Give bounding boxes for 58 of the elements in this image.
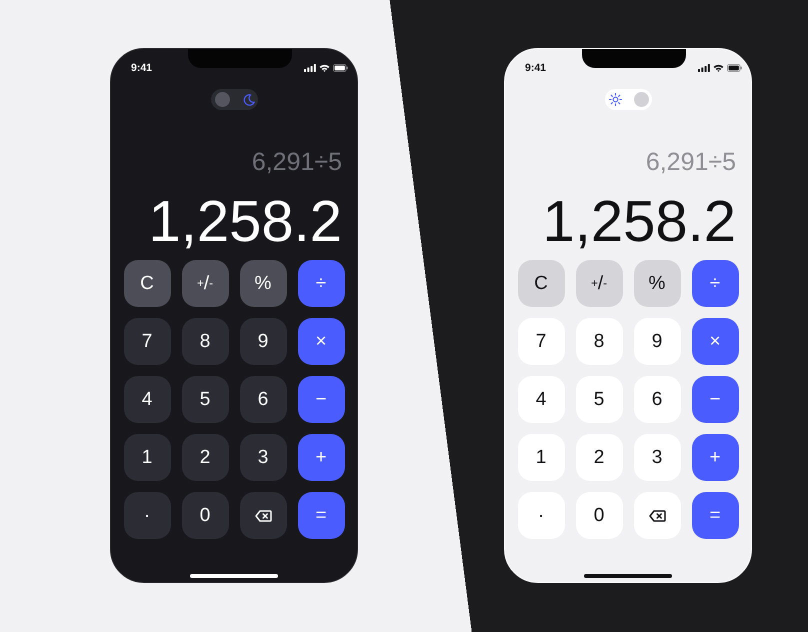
digit-button[interactable]: 6 [240, 376, 286, 423]
decimal-point-button[interactable]: . [518, 492, 564, 539]
expression-text: 6,291÷5 [252, 150, 342, 175]
digit-button[interactable]: 7 [124, 318, 170, 365]
function-button[interactable]: % [240, 260, 286, 307]
digit-button[interactable]: 4 [124, 376, 170, 423]
result-text: 1,258.2 [148, 193, 342, 251]
switch-knob [634, 92, 648, 107]
function-button[interactable]: C [124, 260, 170, 307]
moon-icon [242, 94, 254, 106]
function-button[interactable]: % [634, 260, 680, 307]
operator-button[interactable]: = [692, 492, 738, 539]
digit-button[interactable]: 9 [240, 318, 286, 365]
expression-text: 6,291÷5 [646, 150, 736, 175]
delete-button[interactable] [240, 492, 286, 539]
digit-button[interactable]: 9 [634, 318, 680, 365]
battery-icon [727, 64, 742, 72]
signal-icon [698, 64, 710, 72]
status-time: 9:41 [131, 62, 152, 74]
delete-button[interactable] [634, 492, 680, 539]
backspace-icon [254, 510, 272, 522]
digit-button[interactable]: 2 [182, 434, 228, 481]
battery-icon [333, 64, 348, 72]
digit-button[interactable]: 2 [576, 434, 622, 481]
operator-button[interactable]: = [298, 492, 344, 539]
digit-button[interactable]: 1 [518, 434, 564, 481]
wifi-icon [319, 64, 330, 72]
digit-button[interactable]: 1 [124, 434, 170, 481]
operator-button[interactable]: × [692, 318, 738, 365]
function-button[interactable]: C [518, 260, 564, 307]
theme-switch[interactable] [604, 89, 652, 110]
decimal-point-button[interactable]: . [124, 492, 170, 539]
digit-button[interactable]: 3 [634, 434, 680, 481]
switch-knob [214, 92, 230, 107]
digit-button[interactable]: 0 [182, 492, 228, 539]
operator-button[interactable]: ÷ [298, 260, 344, 307]
operator-button[interactable]: + [298, 434, 344, 481]
wifi-icon [713, 64, 724, 72]
backspace-icon [648, 510, 666, 522]
result-text: 1,258.2 [542, 193, 736, 251]
digit-button[interactable]: 5 [576, 376, 622, 423]
operator-button[interactable]: − [298, 376, 344, 423]
digit-button[interactable]: 0 [576, 492, 622, 539]
digit-button[interactable]: 4 [518, 376, 564, 423]
digit-button[interactable]: 8 [576, 318, 622, 365]
digit-button[interactable]: 5 [182, 376, 228, 423]
theme-switch[interactable] [210, 89, 258, 110]
operator-button[interactable]: + [692, 434, 738, 481]
operator-button[interactable]: − [692, 376, 738, 423]
operator-button[interactable]: × [298, 318, 344, 365]
digit-button[interactable]: 6 [634, 376, 680, 423]
digit-button[interactable]: 3 [240, 434, 286, 481]
status-time: 9:41 [525, 62, 546, 74]
digit-button[interactable]: 7 [518, 318, 564, 365]
signal-icon [304, 64, 316, 72]
sun-icon [608, 93, 622, 106]
digit-button[interactable]: 8 [182, 318, 228, 365]
operator-button[interactable]: ÷ [692, 260, 738, 307]
